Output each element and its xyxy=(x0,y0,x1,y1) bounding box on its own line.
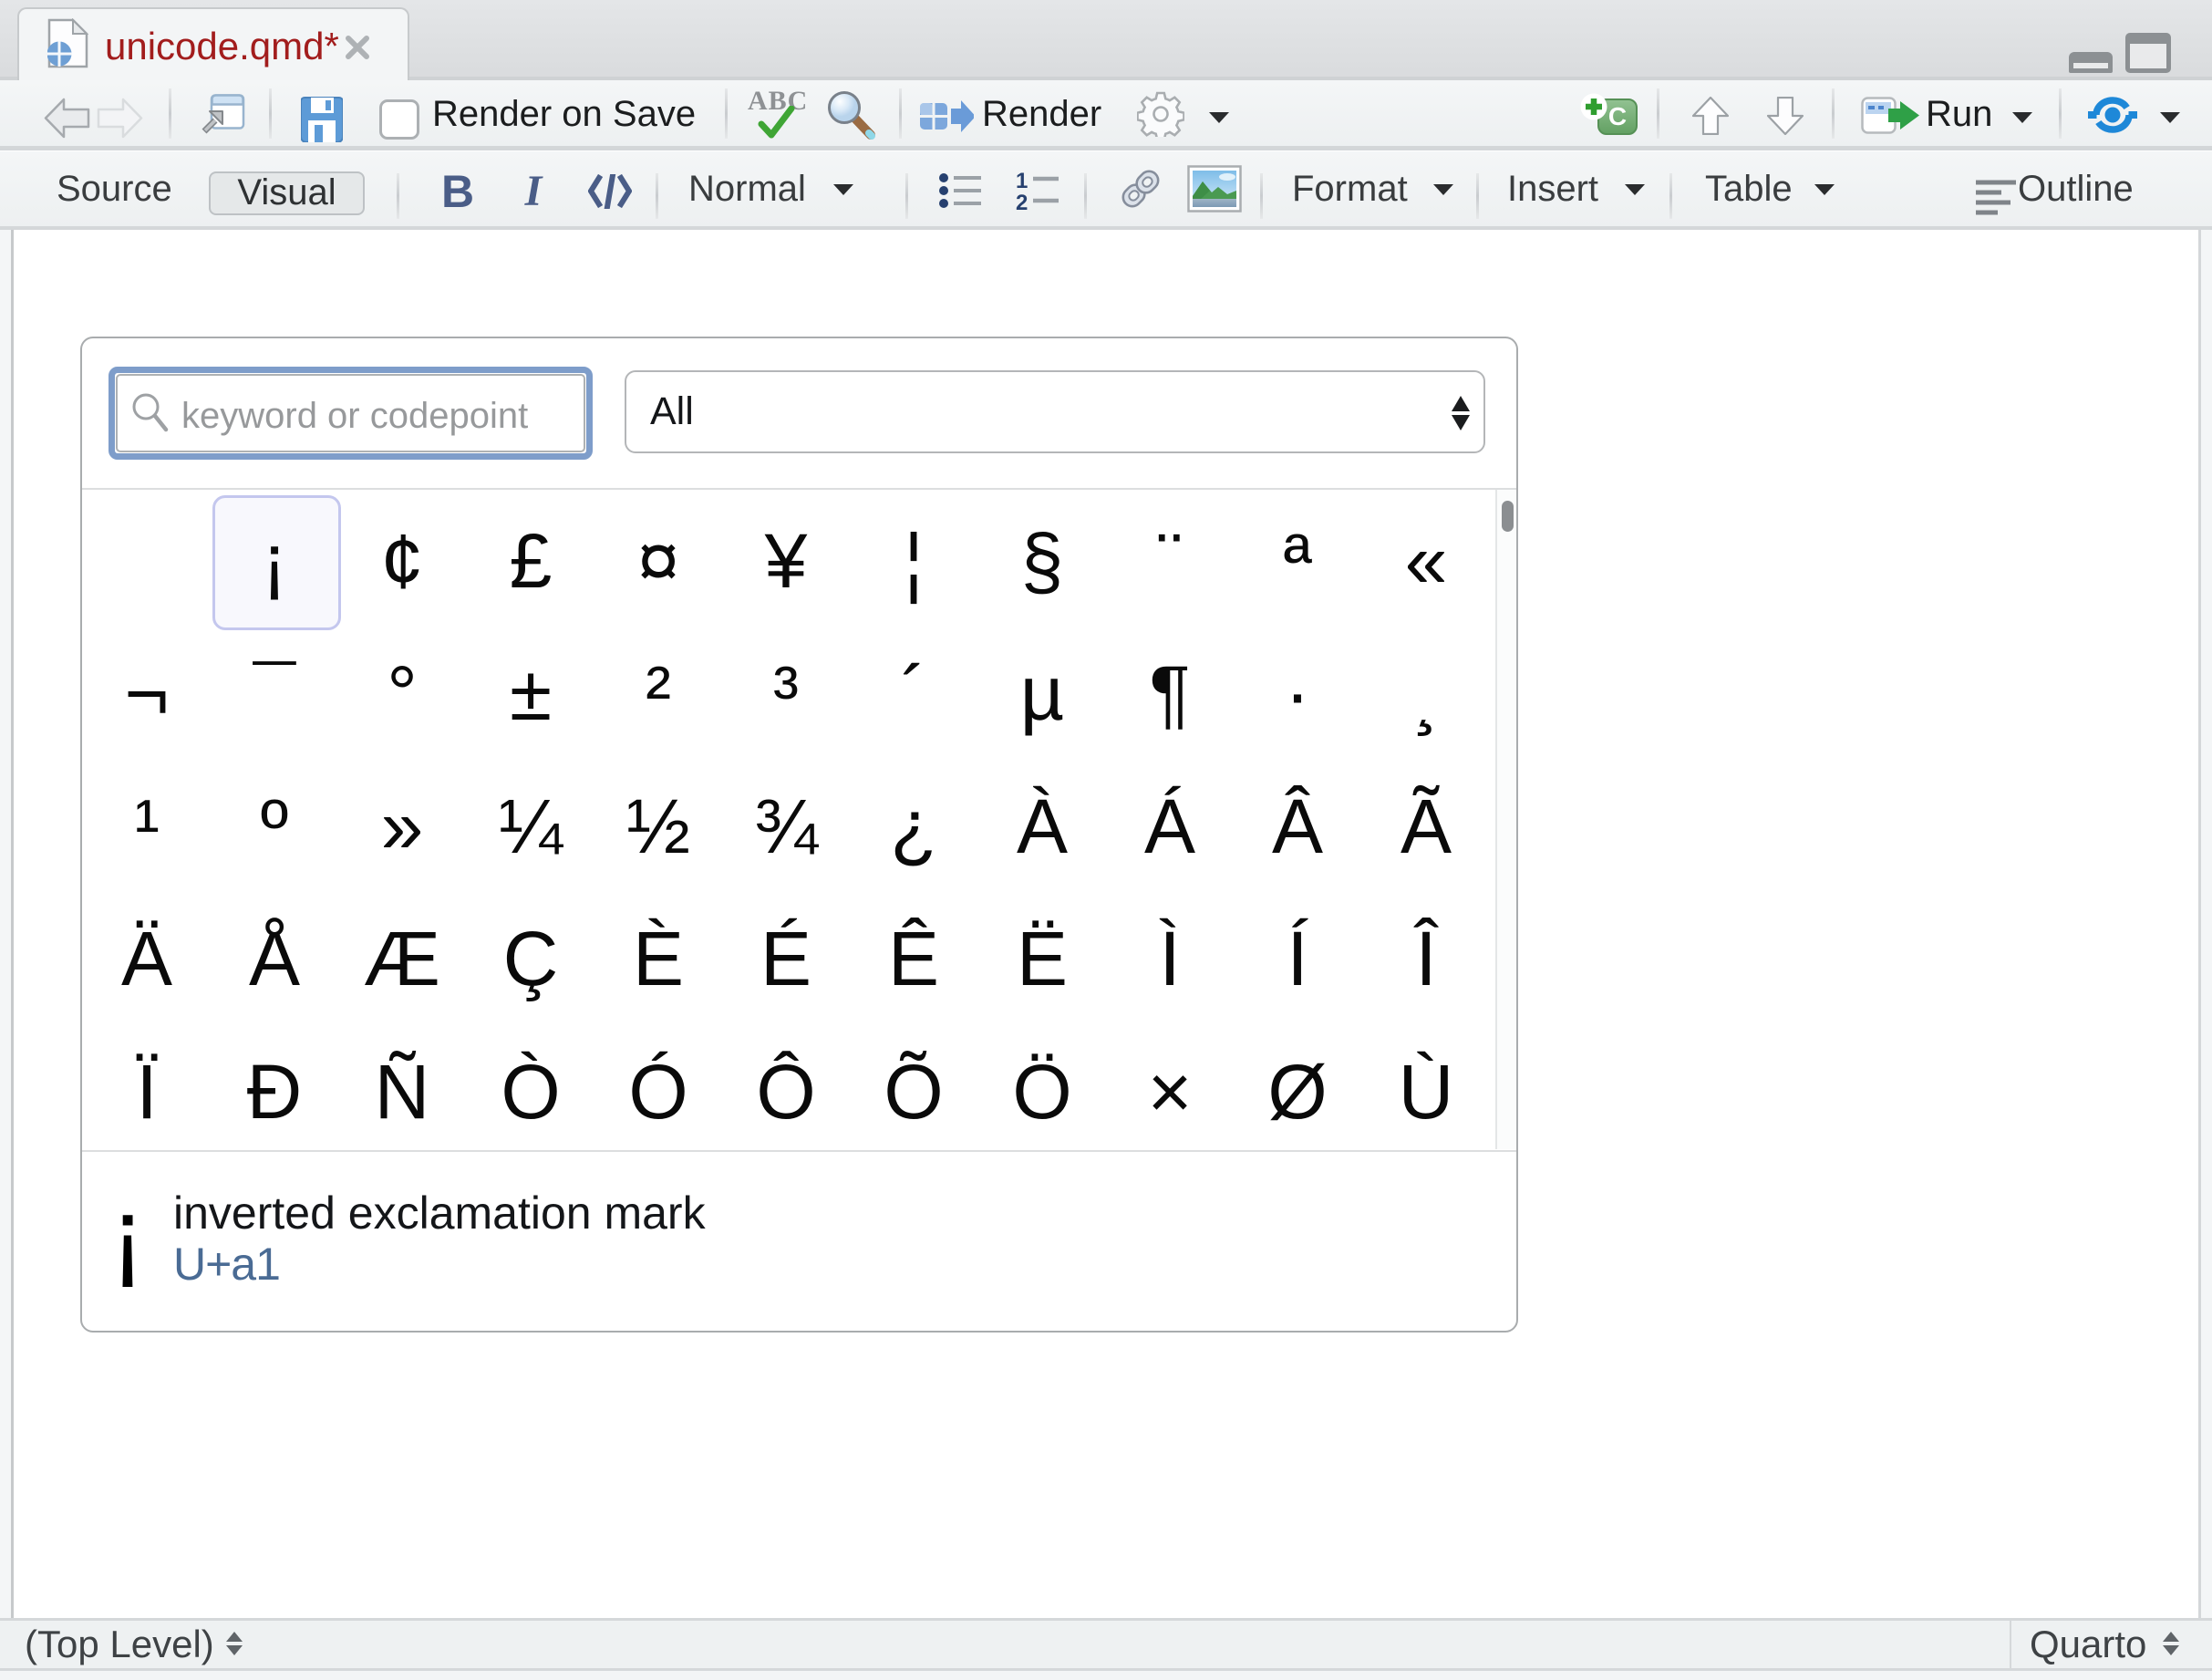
svg-text:2: 2 xyxy=(1016,191,1028,212)
